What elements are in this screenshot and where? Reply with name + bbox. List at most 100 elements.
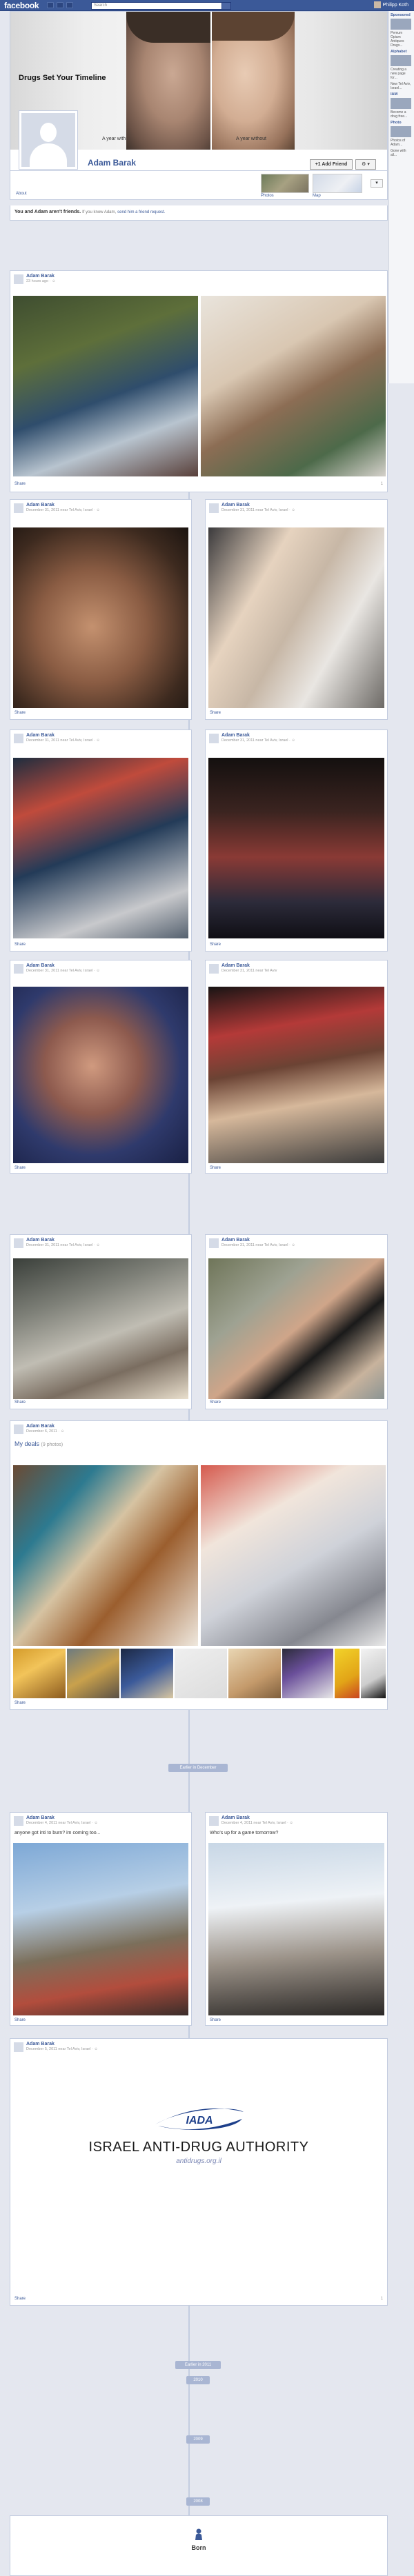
messages-icon[interactable] [57, 2, 63, 8]
post-author[interactable]: Adam Barak [26, 733, 55, 738]
share-link[interactable]: Share [210, 1166, 221, 1170]
current-user[interactable]: Philipp Koth [373, 1, 408, 10]
post-author[interactable]: Adam Barak [26, 963, 55, 968]
year-marker-2008[interactable]: 2008 [186, 2497, 210, 2506]
iada-url[interactable]: antidrugs.org.il [10, 2157, 387, 2165]
share-link[interactable]: Share [210, 943, 221, 947]
post-photo[interactable] [13, 987, 188, 1163]
post-meta: December 31, 2011 near Tel Aviv, Israel … [26, 738, 101, 743]
top-bar: facebook Search Philipp Koth [0, 0, 414, 11]
avatar[interactable] [209, 734, 219, 743]
avatar[interactable] [14, 734, 23, 743]
share-link[interactable]: Share [14, 1166, 26, 1170]
album-photo[interactable] [282, 1649, 333, 1698]
post-photo[interactable] [208, 758, 384, 938]
share-link[interactable]: Share [14, 1701, 26, 1705]
share-link[interactable]: Share [14, 1400, 26, 1405]
sidebar-block[interactable]: Sponsored Pemum Opium Antiques Drugs... [391, 13, 413, 48]
avatar[interactable] [14, 1816, 23, 1826]
share-link[interactable]: Share [14, 711, 26, 715]
avatar[interactable] [209, 1238, 219, 1248]
avatar[interactable] [14, 274, 23, 284]
avatar[interactable] [14, 2042, 23, 2052]
avatar[interactable] [14, 503, 23, 513]
share-link[interactable]: Share [14, 943, 26, 947]
sidebar-block[interactable]: Gone with all... [391, 149, 413, 157]
post-author[interactable]: Adam Barak [26, 2042, 55, 2046]
born-event: Born [10, 2515, 388, 2576]
album-photo[interactable] [175, 1649, 227, 1698]
add-friend-button[interactable]: +1 Add Friend [310, 159, 353, 170]
search-input[interactable]: Search [91, 2, 222, 10]
year-marker-2011[interactable]: Earlier in 2011 [175, 2361, 221, 2369]
sidebar-block[interactable]: IAM Become a drug free... [391, 92, 413, 119]
post-author[interactable]: Adam Barak [26, 1424, 55, 1429]
nav-photos-link[interactable]: Photos [261, 194, 274, 198]
post-photo[interactable] [208, 1258, 384, 1399]
profile-name[interactable]: Adam Barak [88, 158, 136, 168]
sidebar-block[interactable]: Photo Photos of Adam... [391, 121, 413, 147]
post-author[interactable]: Adam Barak [26, 503, 55, 507]
post-author[interactable]: Adam Barak [221, 963, 250, 968]
map-thumbnail[interactable] [313, 174, 362, 193]
post-text: Who's up for a game tomorrow? [210, 1831, 279, 1835]
post-photo[interactable] [208, 527, 384, 708]
avatar[interactable] [209, 1816, 219, 1826]
facebook-logo[interactable]: facebook [4, 1, 39, 10]
post-photo[interactable] [13, 1258, 188, 1399]
album-photo[interactable] [121, 1649, 173, 1698]
avatar[interactable] [209, 964, 219, 974]
post-author[interactable]: Adam Barak [26, 1815, 55, 1820]
album-title[interactable]: My deals (9 photos) [14, 1440, 63, 1447]
share-link[interactable]: Share [210, 2018, 221, 2022]
search-icon[interactable] [221, 2, 231, 10]
post-photo[interactable] [208, 987, 384, 1163]
album-photo[interactable] [67, 1649, 119, 1698]
sidebar-block[interactable]: Alphabet Creating a new page for... [391, 50, 413, 80]
friend-request-link[interactable]: send him a friend request. [117, 210, 165, 214]
notifications-icon[interactable] [66, 2, 73, 8]
album-photo[interactable] [13, 1465, 198, 1646]
album-photo[interactable] [228, 1649, 281, 1698]
default-avatar-icon [21, 113, 75, 167]
post-author[interactable]: Adam Barak [221, 733, 250, 738]
share-link[interactable]: Share [210, 1400, 221, 1405]
gear-menu-button[interactable]: ⚙ ▾ [355, 159, 376, 170]
album-photo[interactable] [201, 1465, 386, 1646]
avatar[interactable] [14, 1238, 23, 1248]
sidebar-block-title: Alphabet [391, 50, 407, 54]
nav-about-link[interactable]: About [16, 192, 27, 196]
chevron-down-icon[interactable]: ▾ [371, 179, 383, 188]
album-photo[interactable] [13, 1649, 66, 1698]
post-author[interactable]: Adam Barak [221, 1238, 250, 1242]
album-title-text: My deals [14, 1440, 40, 1447]
post-author[interactable]: Adam Barak [221, 1815, 250, 1820]
avatar[interactable] [14, 964, 23, 974]
post-photo[interactable] [13, 527, 188, 708]
year-marker-earlier[interactable]: Earlier in December [168, 1764, 228, 1772]
post-photo[interactable] [13, 758, 188, 938]
post-author[interactable]: Adam Barak [26, 274, 55, 279]
year-marker-2010[interactable]: 2010 [186, 2376, 210, 2384]
avatar[interactable] [14, 1425, 23, 1434]
share-link[interactable]: Share [14, 2018, 26, 2022]
photos-thumbnail[interactable] [261, 174, 309, 193]
post-author[interactable]: Adam Barak [26, 1238, 55, 1242]
avatar[interactable] [209, 503, 219, 513]
post-photo[interactable] [13, 1843, 188, 2015]
post-author[interactable]: Adam Barak [221, 503, 250, 507]
share-link[interactable]: Share [210, 711, 221, 715]
nav-map-link[interactable]: Map [313, 194, 321, 198]
album-photo[interactable] [335, 1649, 359, 1698]
album-photo[interactable] [361, 1649, 386, 1698]
share-link[interactable]: Share [14, 2297, 26, 2301]
post-photo[interactable] [13, 296, 198, 476]
profile-picture[interactable] [19, 110, 78, 170]
year-marker-2009[interactable]: 2009 [186, 2435, 210, 2444]
sidebar-block[interactable]: New Tel Aviv, Israel... [391, 82, 413, 90]
share-link[interactable]: Share [14, 482, 26, 486]
post-photo[interactable] [208, 1843, 384, 2015]
post-text: anyone got inti to burn? im coming too..… [14, 1831, 101, 1835]
post-photo[interactable] [201, 296, 386, 476]
friend-requests-icon[interactable] [47, 2, 54, 8]
